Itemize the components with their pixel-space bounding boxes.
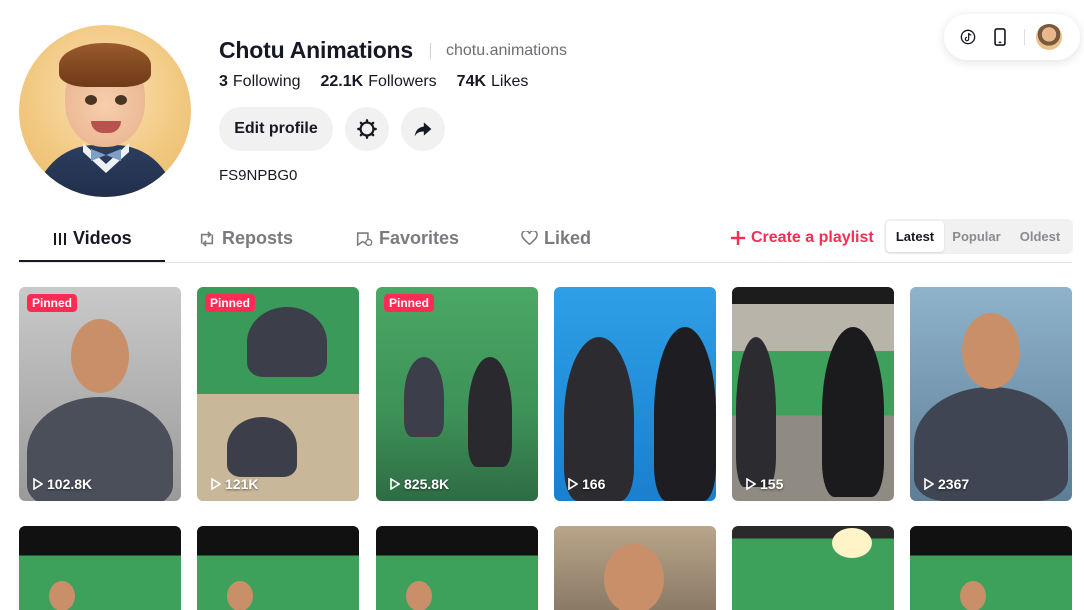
tab-liked[interactable]: Liked [521,228,591,249]
create-playlist-button[interactable]: Create a playlist [731,229,874,247]
video-thumbnail-figure [736,337,776,487]
stat-likes: 74K Likes [456,73,529,90]
edit-profile-button[interactable]: Edit profile [219,107,333,151]
play-outline-icon [924,478,934,490]
sort-popular[interactable]: Popular [944,221,1009,252]
plus-icon [731,231,745,245]
get-app-button[interactable] [990,27,1010,47]
user-avatar[interactable] [1036,24,1062,50]
video-thumbnail-head [960,581,986,610]
play-outline-icon [33,478,43,490]
tab-label: Reposts [222,228,294,248]
view-count: 121K [211,476,258,492]
view-count: 102.8K [33,476,92,492]
video-thumbnail-head [71,319,129,393]
video-card[interactable]: Pinned 121K [197,287,359,501]
create-playlist-label: Create a playlist [751,229,874,246]
sort-latest[interactable]: Latest [886,221,944,252]
tab-label: Liked [544,228,592,248]
video-thumbnail-figure [404,357,444,437]
video-card[interactable] [554,526,716,610]
profile-name: Chotu Animations [219,37,413,63]
name-divider [430,43,431,59]
profile-bio: FS9NPBG0 [219,167,298,184]
video-card[interactable]: 2367 [910,287,1072,501]
view-count: 825.8K [390,476,449,492]
tab-videos[interactable]: Videos [53,228,132,249]
video-thumbnail-figure [822,327,884,497]
grid-lines-icon [54,232,66,245]
video-card[interactable] [376,526,538,610]
avatar-hair [59,43,151,87]
pinned-badge: Pinned [384,294,435,312]
tab-label: Videos [73,228,132,248]
video-card[interactable] [197,526,359,610]
video-card[interactable] [910,526,1072,610]
tiktok-studio-button[interactable] [958,27,978,47]
profile-handle: chotu.animations [446,42,567,59]
settings-button[interactable] [345,107,389,151]
video-card[interactable]: 155 [732,287,894,501]
stat-followers[interactable]: 22.1K Followers [321,73,437,91]
video-thumbnail-figure [227,417,297,477]
bookmark-icon [356,231,373,246]
video-thumbnail-figure [468,357,512,467]
sort-toggle: Latest Popular Oldest [884,219,1073,254]
avatar-eye [85,95,97,105]
pinned-badge: Pinned [205,294,256,312]
repost-icon [200,230,214,247]
pinned-badge: Pinned [27,294,78,312]
sort-oldest[interactable]: Oldest [1009,221,1071,252]
avatar-eye [115,95,127,105]
video-card[interactable]: Pinned 102.8K [19,287,181,501]
view-count: 155 [746,476,783,492]
phone-icon [994,28,1006,46]
view-count: 166 [568,476,605,492]
video-thumbnail-figure [247,307,327,377]
play-outline-icon [568,478,578,490]
video-thumbnail-head [49,581,75,610]
stat-following[interactable]: 3 Following [219,73,301,91]
video-card[interactable]: Pinned 825.8K [376,287,538,501]
profile-stats: 3 Following 22.1K Followers 74K Likes [219,73,528,91]
top-right-controls [944,14,1080,60]
gear-icon [357,119,377,139]
play-outline-icon [211,478,221,490]
video-card[interactable] [732,526,894,610]
active-tab-indicator [19,260,165,262]
video-card[interactable] [19,526,181,610]
video-thumbnail-head [406,581,432,610]
video-thumbnail-head [227,581,253,610]
play-outline-icon [390,478,400,490]
tab-label: Favorites [379,228,460,248]
video-thumbnail-light [832,528,872,558]
profile-avatar[interactable] [19,25,191,197]
video-thumbnail-head [604,544,664,610]
tab-reposts[interactable]: Reposts [198,228,293,249]
share-button[interactable] [401,107,445,151]
video-card[interactable]: 166 [554,287,716,501]
heart-outline-icon [521,231,538,246]
tab-favorites[interactable]: Favorites [356,228,459,249]
controls-divider [1024,29,1025,45]
tiktok-logo-icon [960,29,976,45]
view-count: 2367 [924,476,969,492]
play-outline-icon [746,478,756,490]
video-thumbnail-head [962,313,1020,389]
share-arrow-icon [414,122,432,137]
video-thumbnail-figure [654,327,716,501]
